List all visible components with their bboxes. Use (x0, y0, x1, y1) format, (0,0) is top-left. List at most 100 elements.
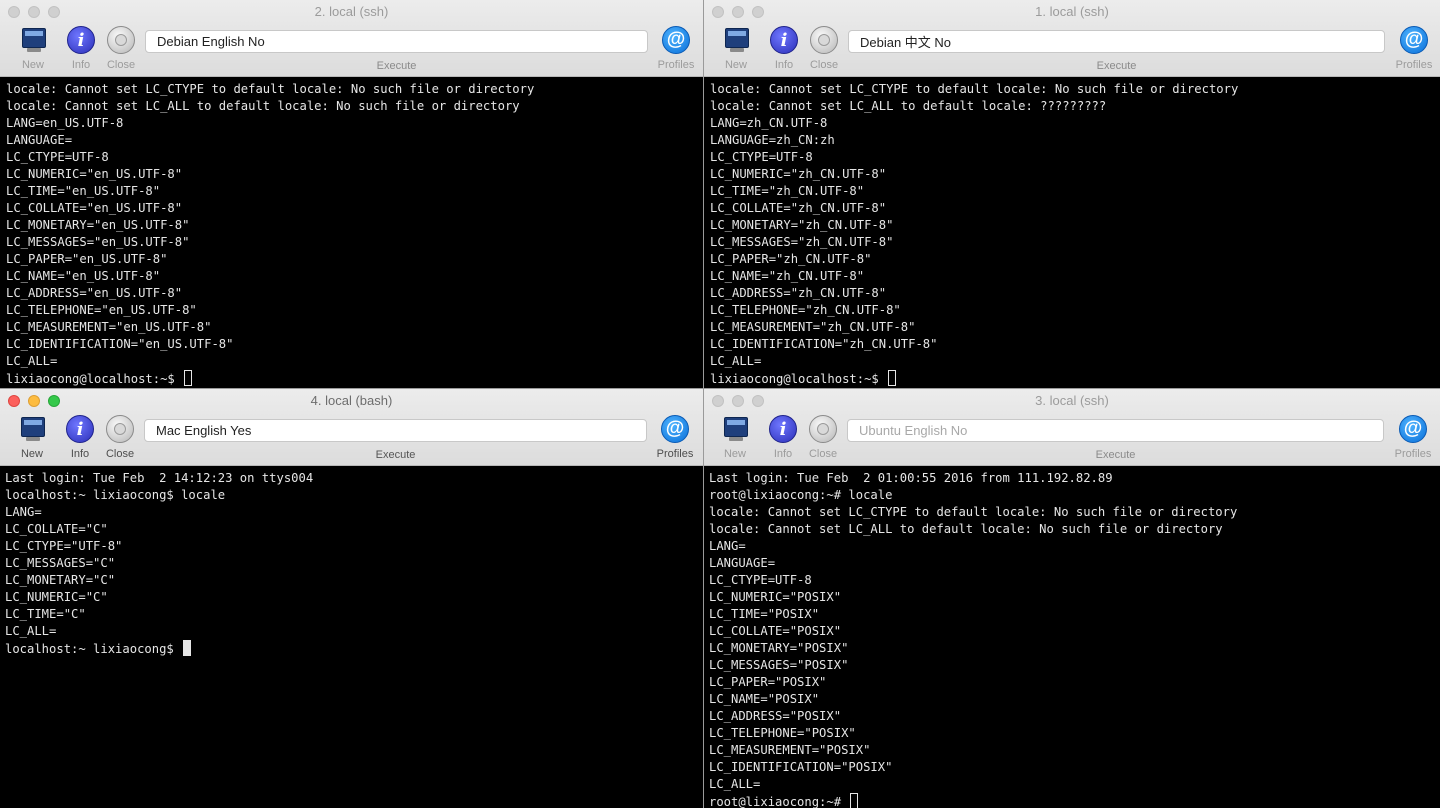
info-button[interactable]: i Info (766, 26, 802, 71)
terminal-line: LC_MONETARY="POSIX" (709, 641, 849, 655)
close-icon (106, 415, 134, 443)
terminal-line: LC_MONETARY="C" (5, 573, 116, 587)
terminal-line: LC_NAME="zh_CN.UTF-8" (710, 269, 865, 283)
terminal-window-3[interactable]: 3. local (ssh) New i Info Close Execute … (704, 389, 1440, 808)
terminal-line: LANG=en_US.UTF-8 (6, 116, 124, 130)
new-label: New (723, 448, 746, 460)
terminal-output[interactable]: Last login: Tue Feb 2 01:00:55 2016 from… (704, 467, 1440, 808)
info-icon: i (770, 26, 798, 54)
text-cursor (184, 370, 193, 386)
terminal-window-1[interactable]: 1. local (ssh) New i Info Close Execute … (704, 0, 1440, 388)
profiles-button[interactable]: @ Profiles (652, 26, 700, 71)
terminal-line: LC_TELEPHONE="en_US.UTF-8" (6, 303, 197, 317)
terminal-line: LC_ALL= (6, 354, 58, 368)
execute-command-input[interactable] (848, 30, 1385, 53)
terminal-line: Last login: Tue Feb 2 14:12:23 on ttys00… (5, 471, 314, 485)
new-label: New (724, 59, 747, 71)
close-button[interactable]: Close (103, 26, 139, 71)
terminal-line: LC_CTYPE="UTF-8" (5, 539, 123, 553)
profiles-icon: @ (1399, 415, 1427, 443)
new-button[interactable]: New (15, 26, 51, 71)
terminal-line: locale: Cannot set LC_CTYPE to default l… (709, 505, 1238, 519)
profiles-button[interactable]: @ Profiles (651, 415, 699, 460)
terminal-prompt-line: lixiaocong@localhost:~$ (710, 370, 1440, 387)
text-cursor (183, 640, 192, 656)
terminal-window-2[interactable]: 2. local (ssh) New i Info Close Execute … (0, 0, 703, 388)
terminal-line: LC_ALL= (5, 624, 57, 638)
new-button[interactable]: New (14, 415, 50, 460)
terminal-line: LANGUAGE=zh_CN:zh (710, 133, 835, 147)
text-cursor (850, 793, 859, 808)
info-button[interactable]: i Info (62, 415, 98, 460)
execute-command-input[interactable] (847, 419, 1384, 442)
window-title: 4. local (bash) (310, 393, 393, 408)
terminal-line: LC_NUMERIC="zh_CN.UTF-8" (710, 167, 887, 181)
terminal-line: LC_NAME="POSIX" (709, 692, 820, 706)
info-button[interactable]: i Info (765, 415, 801, 460)
info-label: Info (773, 448, 793, 460)
terminal-output[interactable]: locale: Cannot set LC_CTYPE to default l… (0, 78, 703, 388)
terminal-lines: locale: Cannot set LC_CTYPE to default l… (6, 81, 703, 370)
profiles-icon: @ (1400, 26, 1428, 54)
window-titlebar[interactable]: 4. local (bash) New i Info Close Execute… (0, 389, 703, 466)
window-titlebar[interactable]: 1. local (ssh) New i Info Close Execute … (704, 0, 1440, 77)
close-button[interactable]: Close (102, 415, 138, 460)
execute-label: Execute (376, 60, 417, 72)
terminal-line: localhost:~ lixiaocong$ locale (5, 488, 226, 502)
terminal-line: LC_MONETARY="zh_CN.UTF-8" (710, 218, 894, 232)
terminal-line: LC_TELEPHONE="POSIX" (709, 726, 856, 740)
execute-command-input[interactable] (144, 419, 647, 442)
info-icon: i (67, 26, 95, 54)
execute-label: Execute (1095, 449, 1136, 461)
window-titlebar[interactable]: 3. local (ssh) New i Info Close Execute … (704, 389, 1440, 466)
execute-command-input[interactable] (145, 30, 648, 53)
profiles-icon: @ (662, 26, 690, 54)
terminal-line: Last login: Tue Feb 2 01:00:55 2016 from… (709, 471, 1113, 485)
terminal-line: locale: Cannot set LC_ALL to default loc… (710, 99, 1107, 113)
close-label: Close (809, 59, 839, 71)
terminal-line: LC_PAPER="en_US.UTF-8" (6, 252, 168, 266)
close-label: Close (106, 59, 136, 71)
terminal-output[interactable]: locale: Cannot set LC_CTYPE to default l… (704, 78, 1440, 388)
new-button[interactable]: New (717, 415, 753, 460)
close-icon (810, 26, 838, 54)
pane-divider-vertical (703, 0, 704, 808)
terminal-line: LC_TIME="C" (5, 607, 86, 621)
new-button[interactable]: New (718, 26, 754, 71)
terminal-output[interactable]: Last login: Tue Feb 2 14:12:23 on ttys00… (0, 467, 703, 808)
close-button[interactable]: Close (805, 415, 841, 460)
profiles-label: Profiles (656, 448, 694, 460)
terminal-window-4[interactable]: 4. local (bash) New i Info Close Execute… (0, 389, 703, 808)
terminal-line: LANGUAGE= (709, 556, 776, 570)
close-icon (809, 415, 837, 443)
terminal-line: LC_ALL= (709, 777, 761, 791)
terminal-line: LC_MESSAGES="POSIX" (709, 658, 849, 672)
terminal-prompt-line: lixiaocong@localhost:~$ (6, 370, 703, 387)
terminal-prompt-line: root@lixiaocong:~# (709, 793, 1440, 808)
terminal-lines: Last login: Tue Feb 2 01:00:55 2016 from… (709, 470, 1440, 793)
terminal-line: LC_COLLATE="POSIX" (709, 624, 842, 638)
new-terminal-icon (722, 26, 750, 54)
new-terminal-icon (721, 415, 749, 443)
close-label: Close (105, 448, 135, 460)
profiles-button[interactable]: @ Profiles (1389, 415, 1437, 460)
terminal-line: LC_CTYPE=UTF-8 (709, 573, 812, 587)
pane-divider-horizontal (0, 388, 1440, 389)
terminal-line: LC_ALL= (710, 354, 762, 368)
terminal-line: LANG= (5, 505, 42, 519)
terminal-line: LC_TELEPHONE="zh_CN.UTF-8" (710, 303, 901, 317)
profiles-button[interactable]: @ Profiles (1390, 26, 1438, 71)
shell-prompt: localhost:~ lixiaocong$ (5, 642, 182, 656)
terminal-line: locale: Cannot set LC_CTYPE to default l… (6, 82, 535, 96)
terminal-line: LC_NUMERIC="POSIX" (709, 590, 842, 604)
shell-prompt: lixiaocong@localhost:~$ (6, 372, 183, 386)
terminal-line: LANG= (709, 539, 746, 553)
terminal-line: LC_TIME="POSIX" (709, 607, 820, 621)
terminal-line: LC_IDENTIFICATION="en_US.UTF-8" (6, 337, 234, 351)
new-label: New (21, 59, 44, 71)
terminal-lines: Last login: Tue Feb 2 14:12:23 on ttys00… (5, 470, 703, 640)
info-button[interactable]: i Info (63, 26, 99, 71)
close-button[interactable]: Close (806, 26, 842, 71)
window-titlebar[interactable]: 2. local (ssh) New i Info Close Execute … (0, 0, 703, 77)
terminal-prompt-line: localhost:~ lixiaocong$ (5, 640, 703, 657)
